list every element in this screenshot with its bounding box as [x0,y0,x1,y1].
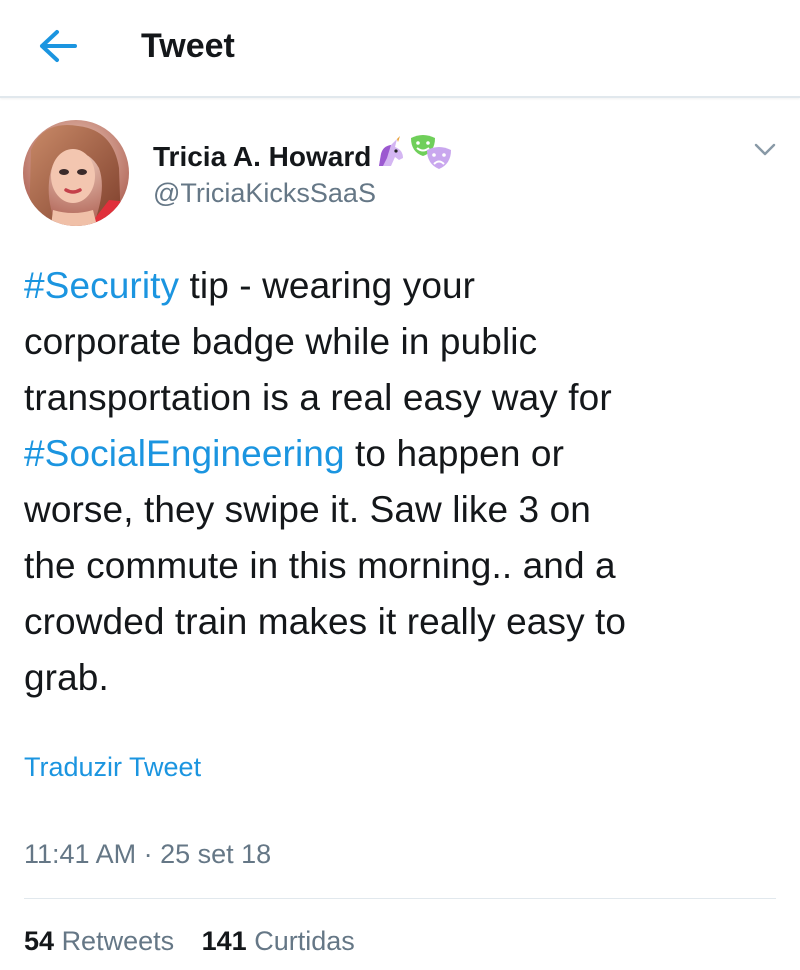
timestamp-separator: · [143,839,153,869]
translate-tweet-link[interactable]: Traduzir Tweet [24,750,201,784]
tweet-text-line: the commute in this morning.. and a [24,538,784,594]
tweet-text-line: #Security tip - wearing your [24,258,784,314]
tweet-menu-button[interactable] [752,136,778,162]
tweet-stats: 54 Retweets 141 Curtidas [24,924,355,958]
likes-stat[interactable]: 141 Curtidas [202,926,355,956]
tweet-text-segment: transportation is a real easy way for [24,377,612,418]
author-handle[interactable]: @TriciaKicksSaaS [153,176,376,210]
tweet-text-line: transportation is a real easy way for [24,370,784,426]
tweet-text-segment: worse, they swipe it. Saw like 3 on [24,489,591,530]
tweet-text-segment: to happen or [344,433,565,474]
profile-photo [23,120,129,226]
tweet-screen: Tweet Tricia A. Howard @TriciaKicksSaaS … [0,0,800,970]
divider [24,898,776,899]
retweets-count: 54 [24,926,55,956]
tweet-text-segment: crowded train makes it really easy to [24,601,627,642]
retweets-stat[interactable]: 54 Retweets [24,926,182,956]
tweet-text: #Security tip - wearing your corporate ba… [24,258,784,706]
performing-arts-emoji [409,134,455,180]
tweet-text-line: corporate badge while in public [24,314,784,370]
author-name[interactable]: Tricia A. Howard [153,134,455,180]
arrow-left-icon [40,30,77,62]
tweet-text-line: #SocialEngineering to happen or [24,426,784,482]
tweet-timestamp: 11:41 AM · 25 set 18 [24,837,271,871]
unicorn-emoji [373,136,407,178]
tweet-time: 11:41 AM [24,839,137,869]
page-title: Tweet [141,27,235,65]
hashtag-link[interactable]: #Security [24,265,179,306]
tweet-text-line: grab. [24,650,784,706]
tweet-text-segment: corporate badge while in public [24,321,538,362]
likes-label: Curtidas [254,926,355,956]
author-name-text: Tricia A. Howard [153,141,372,172]
tweet-text-line: worse, they swipe it. Saw like 3 on [24,482,784,538]
tweet-date: 25 set 18 [160,839,272,869]
back-button[interactable] [32,24,84,68]
tweet-text-segment: tip - wearing your [179,265,476,306]
chevron-down-icon [754,143,776,156]
retweets-label: Retweets [61,926,175,956]
hashtag-link[interactable]: #SocialEngineering [24,433,345,474]
tweet-text-segment: grab. [24,657,109,698]
top-bar: Tweet [0,0,800,98]
avatar[interactable] [23,120,129,226]
likes-count: 141 [201,926,247,956]
tweet-text-line: crowded train makes it really easy to [24,594,784,650]
tweet-text-segment: the commute in this morning.. and a [24,545,616,586]
